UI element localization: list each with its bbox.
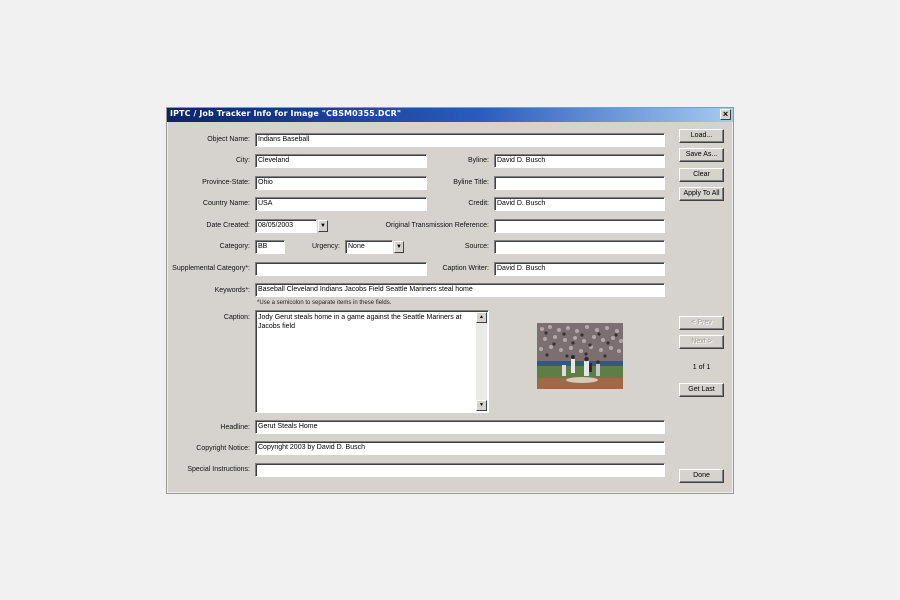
date-dropdown-icon[interactable]: ▼: [318, 220, 328, 232]
close-icon[interactable]: ×: [720, 109, 731, 120]
headline-label: Headline:: [220, 424, 250, 431]
title-bar: IPTC / Job Tracker Info for Image "CBSM0…: [167, 108, 733, 122]
caption-writer-label: Caption Writer:: [442, 265, 489, 272]
keywords-label: Keywords*:: [214, 287, 250, 294]
byline-field[interactable]: David D. Busch: [494, 154, 665, 168]
done-button[interactable]: Done: [679, 469, 724, 483]
headline-field[interactable]: Gerut Steals Home: [255, 420, 665, 434]
keywords-field[interactable]: Baseball Cleveland Indians Jacobs Field …: [255, 283, 665, 297]
object-name-field[interactable]: Indians Baseball: [255, 133, 665, 147]
supplemental-category-label: Supplemental Category*:: [172, 265, 250, 272]
original-transmission-reference-label: Original Transmission Reference:: [385, 222, 490, 229]
caption-textarea[interactable]: Jody Gerut steals home in a game against…: [255, 310, 489, 413]
urgency-select[interactable]: None: [345, 240, 393, 254]
save-as-button[interactable]: Save As...: [679, 148, 724, 162]
semicolon-note: *Use a semicolon to separate items in th…: [257, 300, 392, 306]
urgency-label: Urgency:: [311, 243, 340, 250]
byline-title-label: Byline Title:: [453, 179, 489, 186]
original-transmission-reference-field[interactable]: [494, 219, 665, 233]
caption-label: Caption:: [223, 314, 250, 321]
credit-field[interactable]: David D. Busch: [494, 197, 665, 211]
next-button[interactable]: Next >: [679, 335, 724, 349]
province-state-label: Province-State:: [202, 179, 250, 186]
scroll-up-icon[interactable]: ▲: [476, 312, 487, 323]
prev-button[interactable]: < Prev: [679, 316, 724, 330]
scroll-down-icon[interactable]: ▼: [476, 400, 487, 411]
window-title: IPTC / Job Tracker Info for Image "CBSM0…: [170, 109, 402, 118]
credit-label: Credit:: [468, 200, 489, 207]
copyright-notice-label: Copyright Notice:: [196, 445, 250, 452]
caption-text: Jody Gerut steals home in a game against…: [258, 314, 462, 330]
get-last-button[interactable]: Get Last: [679, 383, 724, 397]
source-label: Source:: [464, 243, 489, 250]
byline-label: Byline:: [467, 157, 489, 164]
object-name-label: Object Name:: [207, 136, 250, 143]
special-instructions-field[interactable]: [255, 463, 665, 477]
image-position-counter: 1 of 1: [692, 364, 711, 371]
source-field[interactable]: [494, 240, 665, 254]
load-button[interactable]: Load...: [679, 129, 724, 143]
caption-scrollbar[interactable]: ▲ ▼: [476, 312, 487, 411]
image-thumbnail: [537, 323, 623, 389]
country-name-label: Country Name:: [202, 200, 250, 207]
baseball-photo: [537, 323, 623, 389]
date-created-label: Date Created:: [206, 222, 250, 229]
clear-button[interactable]: Clear: [679, 168, 724, 182]
byline-title-field[interactable]: [494, 176, 665, 190]
caption-writer-field[interactable]: David D. Busch: [494, 262, 665, 276]
city-label: City:: [236, 157, 250, 164]
date-created-field[interactable]: 08/05/2003: [255, 219, 317, 233]
category-label: Category:: [219, 243, 250, 250]
category-field[interactable]: BB: [255, 240, 285, 254]
special-instructions-label: Special Instructions:: [187, 466, 250, 473]
copyright-notice-field[interactable]: Copyright 2003 by David D. Busch: [255, 441, 665, 455]
apply-to-all-button[interactable]: Apply To All: [679, 187, 724, 201]
